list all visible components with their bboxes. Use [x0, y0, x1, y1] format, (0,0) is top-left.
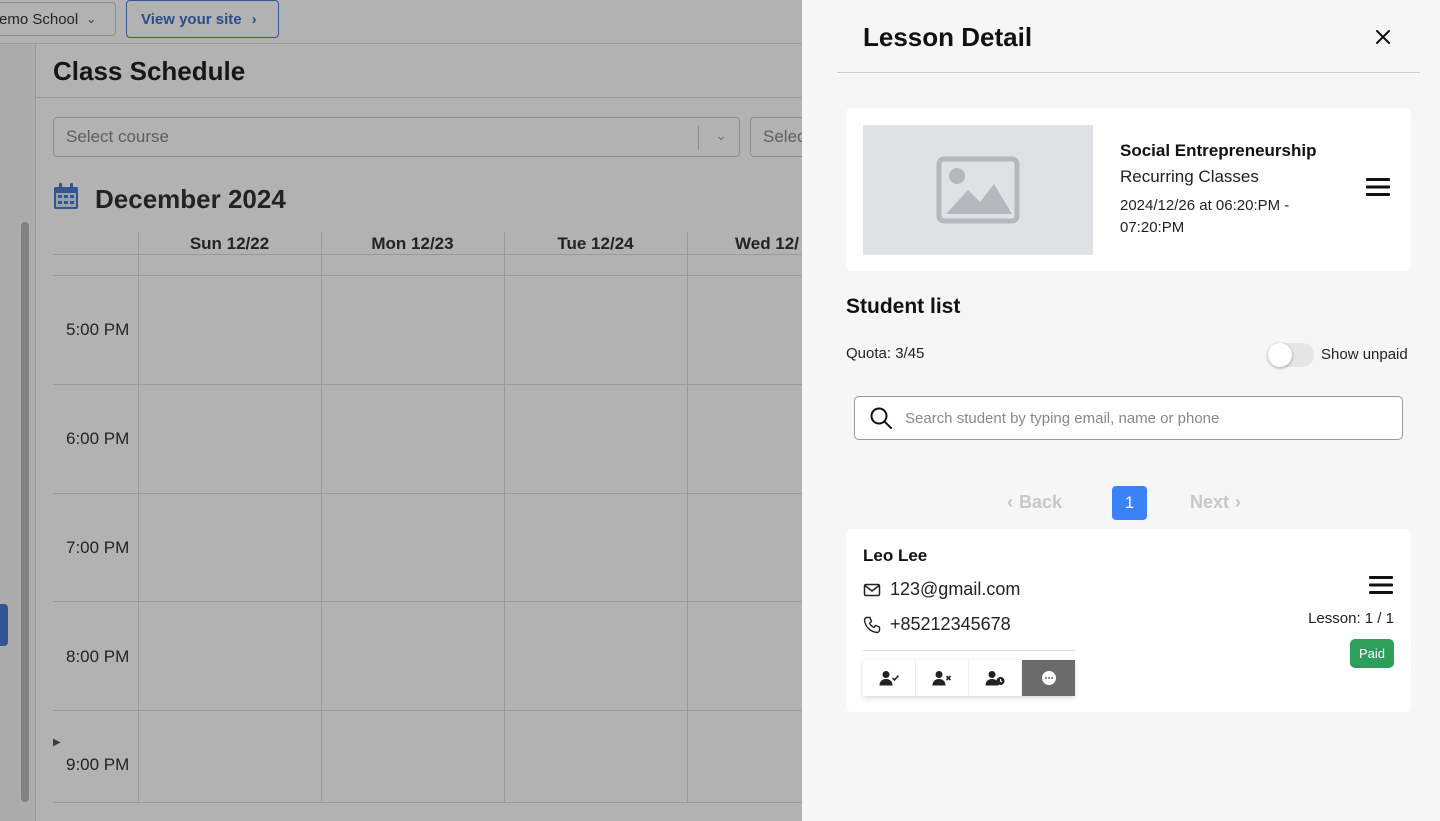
drawer-header: Lesson Detail	[837, 0, 1420, 73]
hamburger-menu-icon	[1369, 576, 1393, 594]
divider	[863, 650, 1075, 651]
pager-page-button[interactable]: 1	[1112, 486, 1147, 520]
chevron-right-icon: ›	[1235, 492, 1242, 512]
student-email: 123@gmail.com	[890, 579, 1021, 599]
lesson-thumbnail	[863, 125, 1093, 255]
student-phone-row: +85212345678	[863, 614, 1011, 635]
hamburger-menu-icon	[1366, 178, 1390, 196]
student-phone: +85212345678	[890, 614, 1011, 634]
user-clock-icon	[985, 671, 1005, 686]
chat-bubble-icon	[1041, 671, 1056, 685]
show-unpaid-label: Show unpaid	[1321, 346, 1408, 363]
chevron-left-icon: ‹	[1007, 492, 1013, 512]
mark-absent-button[interactable]	[916, 660, 969, 696]
student-name: Leo Lee	[863, 546, 928, 565]
lesson-detail-drawer: Lesson Detail Social Entrepreneurship Re…	[802, 0, 1440, 821]
status-badge: Paid	[1349, 639, 1394, 668]
student-email-row: 123@gmail.com	[863, 579, 1020, 600]
student-card: Leo Lee 123@gmail.com +85212345678 Lesso…	[846, 529, 1411, 712]
mail-icon	[863, 583, 881, 596]
lesson-card: Social Entrepreneurship Recurring Classe…	[846, 108, 1411, 271]
pager-next-button[interactable]: Next ›	[1190, 492, 1241, 513]
student-search-box	[854, 396, 1403, 440]
modal-backdrop[interactable]	[0, 0, 802, 821]
phone-icon	[863, 616, 881, 633]
student-action-bar	[863, 660, 1075, 696]
student-menu-button[interactable]	[1369, 576, 1393, 599]
show-unpaid-toggle[interactable]	[1268, 343, 1314, 367]
mark-attended-button[interactable]	[863, 660, 916, 696]
quota-label: Quota: 3/45	[846, 345, 925, 362]
lesson-type: Recurring Classes	[1120, 167, 1259, 186]
mark-late-button[interactable]	[969, 660, 1022, 696]
pager-back-label: Back	[1019, 492, 1063, 512]
user-check-icon	[879, 671, 899, 686]
close-icon	[1376, 30, 1390, 44]
lesson-time: 2024/12/26 at 06:20:PM - 07:20:PM	[1120, 197, 1290, 236]
lesson-name: Social Entrepreneurship	[1120, 141, 1317, 160]
user-x-icon	[932, 671, 952, 686]
pager-back-button[interactable]: ‹ Back	[1007, 492, 1062, 513]
pager-next-label: Next	[1190, 492, 1230, 512]
lesson-count: Lesson: 1 / 1	[1308, 610, 1394, 627]
student-search-input[interactable]	[905, 409, 1375, 427]
student-list-title: Student list	[846, 295, 961, 318]
close-button[interactable]	[1368, 22, 1398, 52]
lesson-menu-button[interactable]	[1366, 178, 1390, 201]
drawer-title: Lesson Detail	[863, 22, 1033, 52]
toggle-knob	[1268, 343, 1292, 367]
message-student-button[interactable]	[1022, 660, 1075, 696]
image-placeholder-icon	[936, 156, 1020, 224]
search-icon	[870, 407, 892, 429]
